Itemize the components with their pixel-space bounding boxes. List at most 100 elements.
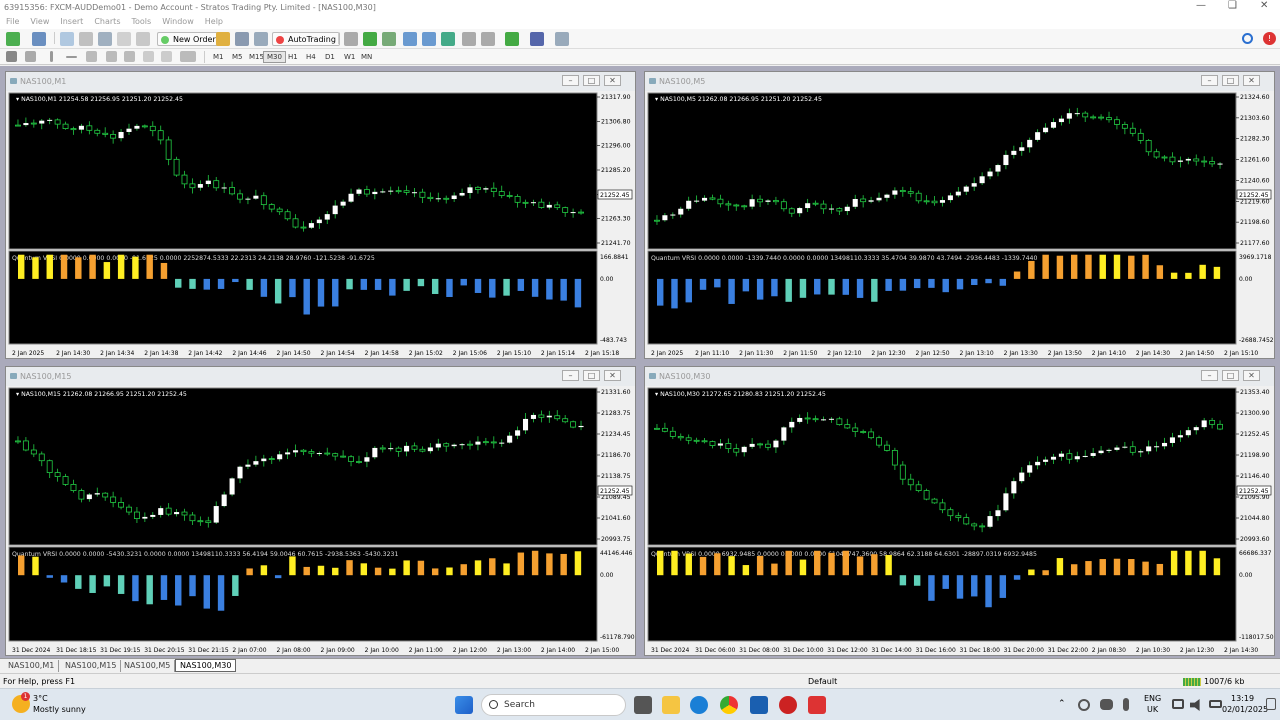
templates-icon[interactable]	[555, 32, 569, 46]
chart-close-icon[interactable]: ✕	[1243, 75, 1260, 86]
chart-window-caption[interactable]: NAS100,M15 – □ ✕	[6, 367, 635, 386]
chart-m15[interactable]: ▾ NAS100,M15 21262.08 21266.95 21251.20 …	[6, 386, 635, 655]
trendline-icon[interactable]	[86, 51, 97, 62]
close-icon[interactable]: ✕	[1260, 0, 1268, 11]
menu-view[interactable]: View	[24, 15, 54, 26]
cloud-icon[interactable]	[1100, 699, 1113, 710]
menu-file[interactable]: File	[0, 15, 24, 26]
data-window-icon[interactable]	[79, 32, 93, 46]
tab-nas100-m1[interactable]: NAS100,M1	[4, 660, 60, 672]
menu-window[interactable]: Window	[156, 15, 199, 26]
zoom-in-icon[interactable]	[403, 32, 417, 46]
cursor-icon[interactable]	[6, 51, 17, 62]
chart-minimize-icon[interactable]: –	[1201, 75, 1218, 86]
zoom-out-icon[interactable]	[422, 32, 436, 46]
bar-chart-icon[interactable]	[344, 32, 358, 46]
chart-window-caption[interactable]: NAS100,M1 – □ ✕	[6, 72, 635, 91]
vertical-line-icon[interactable]	[50, 51, 53, 62]
menu-tools[interactable]: Tools	[125, 15, 156, 26]
network-icon[interactable]	[1172, 699, 1184, 709]
app-icon-red[interactable]	[779, 696, 797, 714]
sync-icon[interactable]	[1078, 699, 1090, 711]
chart-window-m1[interactable]: NAS100,M1 – □ ✕ ▾ NAS100,M1 21254.58 21256.9…	[5, 71, 636, 359]
indicators-icon[interactable]	[505, 32, 519, 46]
speaker-icon[interactable]	[1190, 699, 1200, 711]
chart-maximize-icon[interactable]: □	[1222, 75, 1239, 86]
text-label-icon[interactable]	[161, 51, 172, 62]
periods-icon[interactable]	[530, 32, 544, 46]
chart-window-caption[interactable]: NAS100,M5 – □ ✕	[645, 72, 1274, 91]
tf-mn[interactable]: MN	[357, 51, 376, 63]
chrome-icon[interactable]	[720, 696, 738, 714]
line-chart-icon[interactable]	[382, 32, 396, 46]
new-chart-icon[interactable]	[6, 32, 20, 46]
tf-h4[interactable]: H4	[302, 51, 320, 63]
chart-window-m30[interactable]: NAS100,M30 – □ ✕ ▾ NAS100,M30 21272.65 21280…	[644, 366, 1275, 656]
autotrading-button[interactable]: AutoTrading	[272, 32, 340, 46]
chart-m1[interactable]: ▾ NAS100,M1 21254.58 21256.95 21251.20 2…	[6, 91, 635, 358]
chart-maximize-icon[interactable]: □	[1222, 370, 1239, 381]
start-icon[interactable]	[455, 696, 473, 714]
arrows-icon[interactable]	[180, 51, 196, 62]
chart-m30[interactable]: ▾ NAS100,M30 21272.65 21280.83 21251.20 …	[645, 386, 1274, 655]
chart-close-icon[interactable]: ✕	[604, 370, 621, 381]
price-pane[interactable]	[8, 387, 598, 546]
text-icon[interactable]	[143, 51, 154, 62]
vps-icon[interactable]	[254, 32, 268, 46]
metaeditor-icon[interactable]	[216, 32, 230, 46]
candlestick-icon[interactable]	[363, 32, 377, 46]
indicator-pane[interactable]	[8, 250, 598, 345]
menu-help[interactable]: Help	[199, 15, 228, 26]
channel-icon[interactable]	[106, 51, 117, 62]
chart-minimize-icon[interactable]: –	[562, 370, 579, 381]
chart-window-caption[interactable]: NAS100,M30 – □ ✕	[645, 367, 1274, 386]
navigator-icon[interactable]	[98, 32, 112, 46]
minimize-icon[interactable]: —	[1196, 0, 1206, 11]
menu-insert[interactable]: Insert	[54, 15, 88, 26]
chart-m5[interactable]: ▾ NAS100,M5 21262.08 21266.95 21251.20 2…	[645, 91, 1274, 358]
horizontal-line-icon[interactable]	[66, 56, 77, 58]
search-icon[interactable]	[1242, 33, 1253, 44]
restore-icon[interactable]: ❑	[1228, 0, 1237, 11]
keyboard-layout[interactable]: UK	[1147, 705, 1158, 714]
chart-minimize-icon[interactable]: –	[1201, 370, 1218, 381]
chart-shift-icon[interactable]	[481, 32, 495, 46]
tf-h1[interactable]: H1	[284, 51, 302, 63]
price-pane[interactable]	[647, 92, 1237, 250]
signals-icon[interactable]	[235, 32, 249, 46]
tab-nas100-m30[interactable]: NAS100,M30	[175, 659, 237, 672]
price-pane[interactable]	[647, 387, 1237, 546]
task-view-icon[interactable]	[634, 696, 652, 714]
crosshair-icon[interactable]	[25, 51, 36, 62]
tile-windows-icon[interactable]	[441, 32, 455, 46]
indicator-pane[interactable]	[647, 546, 1237, 642]
taskbar-search[interactable]: Search	[481, 694, 626, 716]
chart-window-m15[interactable]: NAS100,M15 – □ ✕ ▾ NAS100,M15 21262.08 21266…	[5, 366, 636, 656]
chart-window-m5[interactable]: NAS100,M5 – □ ✕ ▾ NAS100,M5 21262.08 21266.9…	[644, 71, 1275, 359]
chart-maximize-icon[interactable]: □	[583, 75, 600, 86]
chart-maximize-icon[interactable]: □	[583, 370, 600, 381]
microphone-icon[interactable]	[1123, 698, 1129, 711]
fibonacci-icon[interactable]	[124, 51, 135, 62]
new-order-button[interactable]: New Order	[157, 32, 220, 46]
tf-m5[interactable]: M5	[228, 51, 247, 63]
chart-close-icon[interactable]: ✕	[1243, 370, 1260, 381]
autoscroll-icon[interactable]	[462, 32, 476, 46]
chart-minimize-icon[interactable]: –	[562, 75, 579, 86]
tray-chevron-icon[interactable]: ⌃	[1058, 699, 1066, 709]
clock-date[interactable]: 02/01/2025	[1222, 705, 1268, 714]
profiles-icon[interactable]	[32, 32, 46, 46]
tab-nas100-m5[interactable]: NAS100,M5	[120, 660, 176, 672]
strategy-tester-icon[interactable]	[136, 32, 150, 46]
clock-time[interactable]: 13:19	[1231, 694, 1254, 703]
tab-nas100-m15[interactable]: NAS100,M15	[61, 660, 122, 672]
chart-close-icon[interactable]: ✕	[604, 75, 621, 86]
language-code[interactable]: ENG	[1144, 694, 1161, 703]
indicator-pane[interactable]	[8, 546, 598, 642]
price-pane[interactable]	[8, 92, 598, 250]
terminal-icon[interactable]	[117, 32, 131, 46]
menu-charts[interactable]: Charts	[88, 15, 125, 26]
app-icon-s[interactable]	[808, 696, 826, 714]
notification-icon[interactable]: !	[1263, 32, 1276, 45]
metatrader-icon[interactable]	[750, 696, 768, 714]
